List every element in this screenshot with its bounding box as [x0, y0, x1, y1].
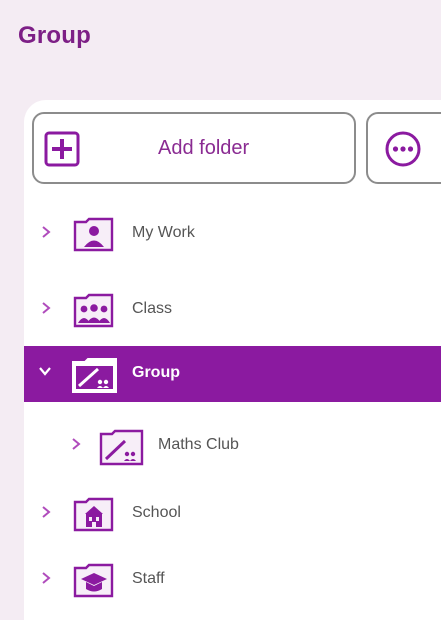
tree-item-group[interactable]: Group [24, 346, 441, 402]
person-folder-icon [73, 217, 114, 252]
graduation-cap-folder-icon [73, 563, 114, 598]
group-folder-icon [72, 358, 117, 393]
tree-item-label: Group [132, 364, 180, 381]
tree-item-my-work[interactable]: My Work [24, 206, 441, 262]
tree-item-school[interactable]: School [24, 486, 441, 542]
add-folder-label: Add folder [158, 137, 250, 159]
tree-item-label: Maths Club [158, 436, 239, 453]
ellipsis-circle-icon [385, 131, 421, 167]
tree-item-maths-club[interactable]: Maths Club [24, 418, 441, 474]
tree-item-class[interactable]: Class [24, 282, 441, 338]
people-folder-icon [73, 293, 114, 328]
chevron-right-icon[interactable] [40, 225, 52, 239]
chevron-right-icon[interactable] [40, 571, 52, 585]
tree-item-label: My Work [132, 224, 195, 241]
tree-item-staff[interactable]: Staff [24, 552, 441, 608]
group-folder-icon [99, 429, 144, 466]
tree-item-label: School [132, 504, 181, 521]
add-folder-button[interactable]: Add folder [32, 112, 356, 184]
tree-item-label: Class [132, 300, 173, 317]
chevron-right-icon[interactable] [70, 437, 82, 451]
chevron-right-icon[interactable] [40, 301, 52, 315]
plus-box-icon [44, 131, 80, 167]
chevron-down-icon[interactable] [38, 365, 52, 377]
page-title: Group [18, 22, 91, 49]
tree-item-label: Staff [132, 570, 165, 587]
chevron-right-icon[interactable] [40, 505, 52, 519]
more-options-button[interactable] [366, 112, 441, 184]
school-folder-icon [73, 497, 114, 532]
